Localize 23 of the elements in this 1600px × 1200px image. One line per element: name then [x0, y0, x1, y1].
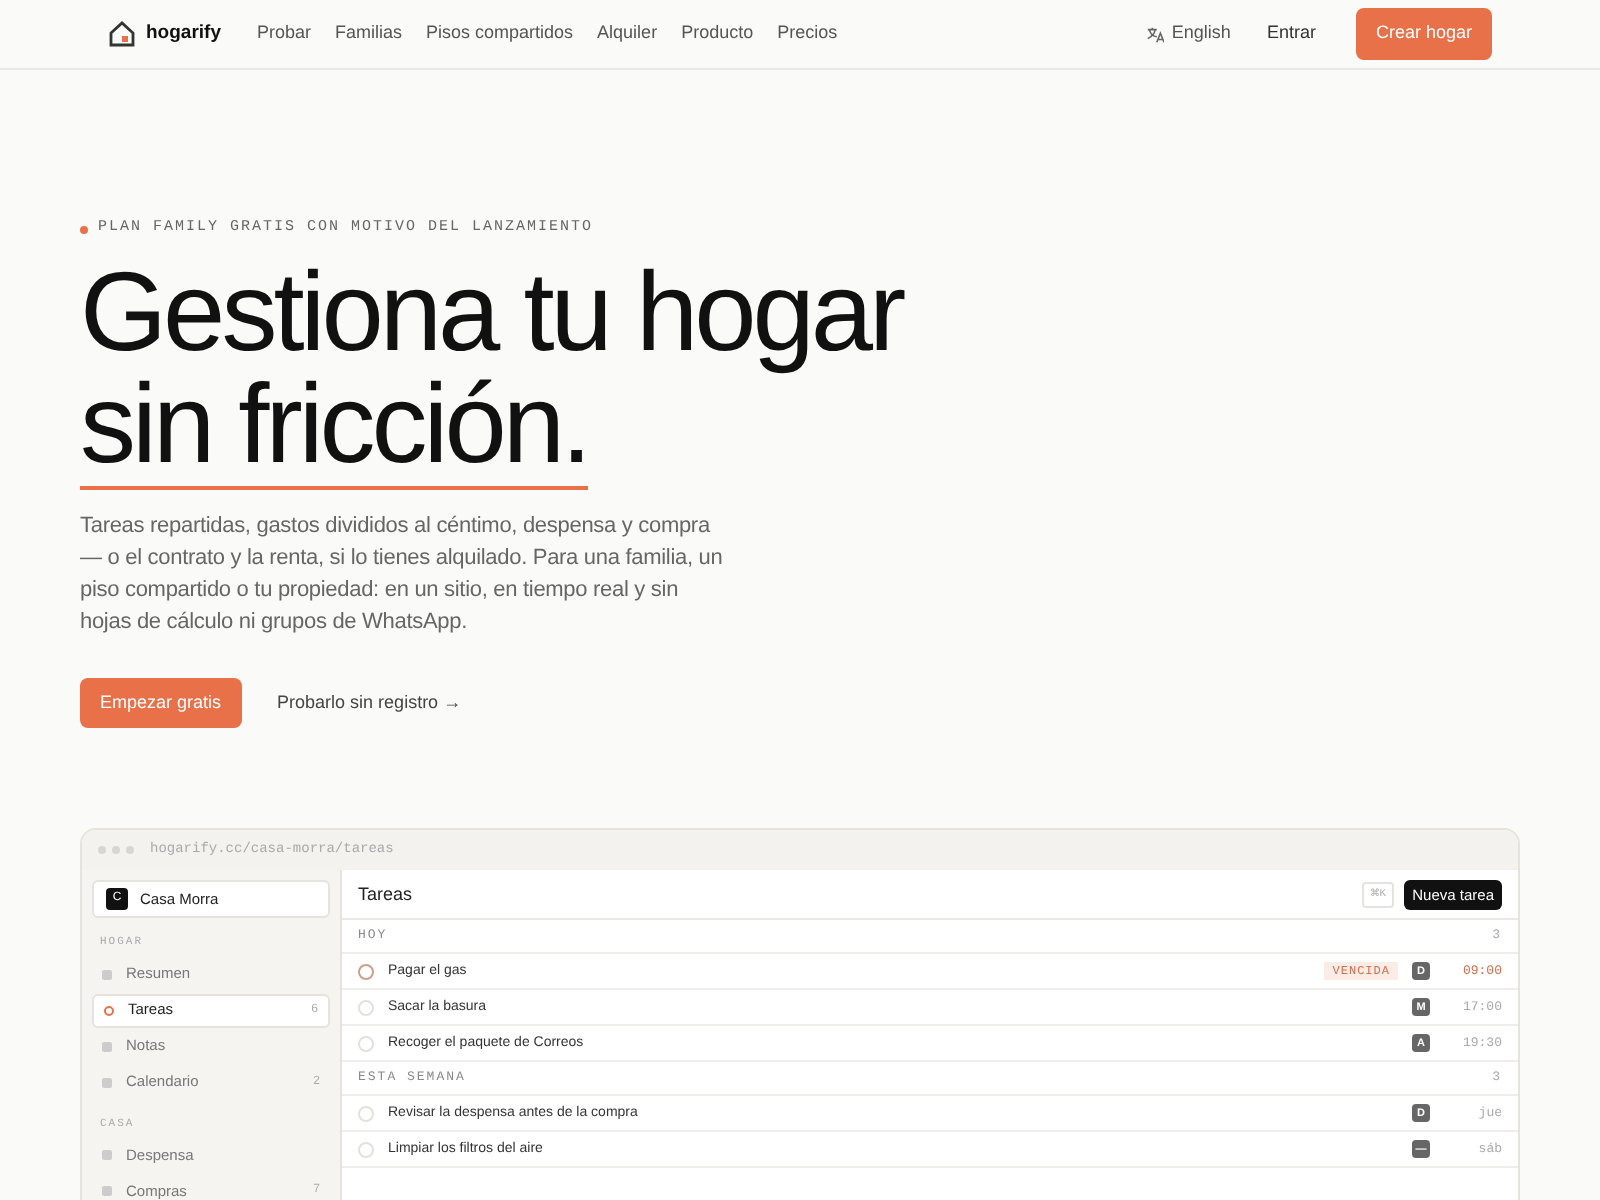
item-icon: [102, 1185, 112, 1196]
nav-link[interactable]: Probar: [256, 20, 311, 48]
translate-icon: [1145, 25, 1164, 43]
item-icon: [102, 1041, 112, 1051]
task-checkbox[interactable]: [358, 963, 374, 980]
item-icon: [102, 969, 112, 979]
house-logo-icon: [108, 20, 136, 48]
nav-link[interactable]: Alquiler: [597, 20, 658, 48]
nav-link[interactable]: Precios: [777, 20, 838, 48]
nav-link[interactable]: Familias: [335, 20, 403, 48]
nav-link[interactable]: Producto: [681, 20, 754, 48]
item-icon: [104, 1005, 114, 1015]
brand-name[interactable]: hogarify: [146, 19, 221, 49]
nav-link[interactable]: Pisos compartidos: [426, 20, 574, 48]
hero-title: sin fricción.: [80, 368, 589, 491]
try-without-signup-link[interactable]: Probarlo sin registro →: [277, 690, 462, 717]
hero-description: Tareas repartidas, gastos divididos al céntimo, despensa y compra — o el contrato y la renta, si lo tienes alquilado. Para una familia, un piso compartido o tu propiedad: en un sitio, en tiempo real y sin hojas de cálculo ni grupos de WhatsApp.: [80, 512, 725, 639]
item-icon: [102, 1077, 112, 1087]
hero-title: Gestiona tu hogar: [80, 256, 903, 369]
page-title: Tareas: [358, 881, 415, 907]
language-link[interactable]: English: [1145, 20, 1231, 48]
login-link[interactable]: Entrar: [1266, 20, 1316, 48]
item-icon: [102, 1149, 112, 1160]
